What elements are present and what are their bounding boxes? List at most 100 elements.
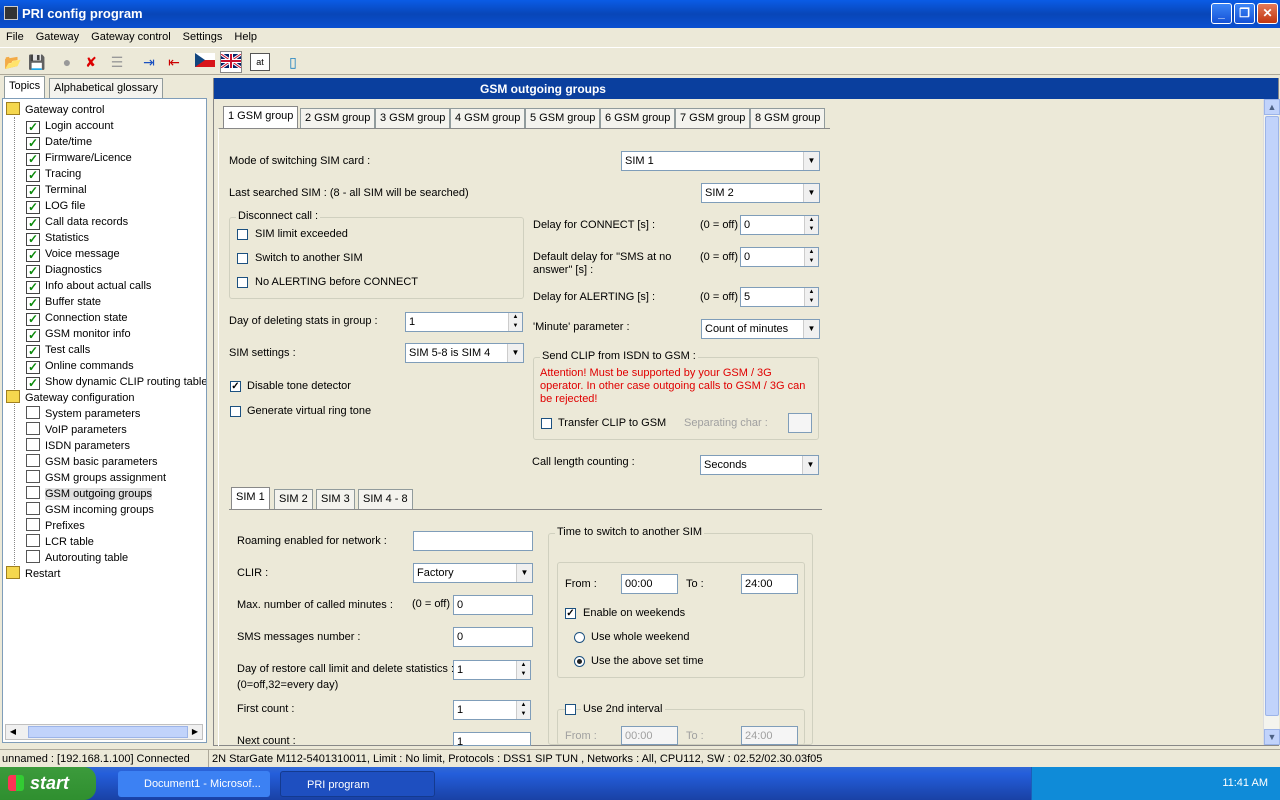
tree-item-gsm-groups-assignment[interactable]: GSM groups assignment xyxy=(26,470,166,486)
tab-sim-1[interactable]: SIM 1 xyxy=(231,487,270,509)
disconnect-icon[interactable]: ✘ xyxy=(80,51,102,73)
tree-item-call-data-records[interactable]: ✓ Call data records xyxy=(26,214,128,230)
scroll-thumb[interactable] xyxy=(28,726,188,738)
upload-icon[interactable]: ⇥ xyxy=(138,51,160,73)
tab-topics[interactable]: Topics xyxy=(4,76,46,98)
minute-param-select[interactable]: Count of minutes ▼ xyxy=(701,319,820,339)
tree-item-log-file[interactable]: ✓ LOG file xyxy=(26,198,85,214)
list-icon[interactable]: ☰ xyxy=(106,51,128,73)
tree-item-autorouting-table[interactable]: Autorouting table xyxy=(26,550,128,566)
tab-2-gsm-group[interactable]: 2 GSM group xyxy=(300,108,376,128)
day-delete-input[interactable]: 1 ▲ ▼ xyxy=(405,312,523,332)
first-count-input[interactable]: 1 ▲ ▼ xyxy=(453,700,531,720)
transfer-clip-checkbox[interactable] xyxy=(541,418,552,429)
sms-number-input[interactable]: 0 xyxy=(453,627,533,647)
tree-item-gsm-monitor-info[interactable]: ✓ GSM monitor info xyxy=(26,326,131,342)
to-input[interactable]: 24:00 xyxy=(741,574,798,594)
tab-sim-3[interactable]: SIM 3 xyxy=(316,489,355,509)
spin-arrows-icon[interactable]: ▲ ▼ xyxy=(804,248,818,266)
tree-item-gsm-basic-parameters[interactable]: GSM basic parameters xyxy=(26,454,157,470)
taskbar-document1[interactable]: Document1 - Microsof... xyxy=(118,771,270,797)
spin-arrows-icon[interactable]: ▲ ▼ xyxy=(516,701,530,719)
vertical-scroll-thumb[interactable] xyxy=(1265,116,1279,716)
max-minutes-input[interactable]: 0 xyxy=(453,595,533,615)
roaming-input[interactable] xyxy=(413,531,533,551)
tab-8-gsm-group[interactable]: 8 GSM group xyxy=(750,108,826,128)
tab-7-gsm-group[interactable]: 7 GSM group xyxy=(675,108,751,128)
separating-char-input[interactable] xyxy=(788,413,812,433)
tree-item-voice-message[interactable]: ✓ Voice message xyxy=(26,246,120,262)
from2-input[interactable]: 00:00 xyxy=(621,726,678,745)
tree-item-prefixes[interactable]: Prefixes xyxy=(26,518,85,534)
delay-alerting-input[interactable]: 5 ▲ ▼ xyxy=(740,287,819,307)
scroll-left-icon[interactable]: ◀ xyxy=(6,725,20,739)
tree-item-connection-state[interactable]: ✓ Connection state xyxy=(26,310,128,326)
tab-6-gsm-group[interactable]: 6 GSM group xyxy=(600,108,676,128)
tab-4-gsm-group[interactable]: 4 GSM group xyxy=(450,108,526,128)
tab-1-gsm-group[interactable]: 1 GSM group xyxy=(223,106,299,128)
tree-item-terminal[interactable]: ✓ Terminal xyxy=(26,182,87,198)
tree-item-gsm-incoming-groups[interactable]: GSM incoming groups xyxy=(26,502,154,518)
tree-gateway-control[interactable]: Gateway control xyxy=(6,102,104,118)
start-button[interactable]: start xyxy=(0,767,96,800)
taskbar-pri-program[interactable]: PRI program xyxy=(280,771,435,797)
tree-item-show-dynamic-clip-routing-table[interactable]: ✓ Show dynamic CLIP routing table xyxy=(26,374,206,390)
tree-item-info-about-actual-calls[interactable]: ✓ Info about actual calls xyxy=(26,278,151,294)
disable-tone-checkbox[interactable]: ✓ xyxy=(230,381,241,392)
clir-select[interactable]: Factory ▼ xyxy=(413,563,533,583)
sim-settings-select[interactable]: SIM 5-8 is SIM 4 ▼ xyxy=(405,343,524,363)
call-length-select[interactable]: Seconds ▼ xyxy=(700,455,819,475)
virtual-ring-checkbox[interactable] xyxy=(230,406,241,417)
main-vertical-scrollbar[interactable]: ▲ ▼ xyxy=(1263,99,1280,745)
spin-arrows-icon[interactable]: ▲ ▼ xyxy=(804,288,818,306)
tree-item-date-time[interactable]: ✓ Date/time xyxy=(26,134,92,150)
tree-item-login-account[interactable]: ✓ Login account xyxy=(26,118,114,134)
menu-help[interactable]: Help xyxy=(228,28,263,46)
save-icon[interactable]: 💾 xyxy=(26,51,48,73)
second-interval-checkbox[interactable] xyxy=(565,704,576,715)
phone-icon[interactable]: ▯ xyxy=(282,51,304,73)
weekends-checkbox[interactable]: ✓ xyxy=(565,608,576,619)
tree-horizontal-scrollbar[interactable]: ◀ ▶ xyxy=(5,724,203,740)
tree-item-test-calls[interactable]: ✓ Test calls xyxy=(26,342,90,358)
spin-arrows-icon[interactable]: ▲ ▼ xyxy=(804,216,818,234)
tree-item-diagnostics[interactable]: ✓ Diagnostics xyxy=(26,262,102,278)
tree-item-lcr-table[interactable]: LCR table xyxy=(26,534,94,550)
no-alerting-checkbox[interactable] xyxy=(237,277,248,288)
minimize-button[interactable]: _ xyxy=(1211,3,1232,24)
tree-item-voip-parameters[interactable]: VoIP parameters xyxy=(26,422,127,438)
terminal-icon[interactable]: at xyxy=(250,53,270,71)
spin-arrows-icon[interactable]: ▲ ▼ xyxy=(508,313,522,331)
restore-input[interactable]: 1 ▲ ▼ xyxy=(453,660,531,680)
tree-item-system-parameters[interactable]: System parameters xyxy=(26,406,140,422)
switch-sim-checkbox[interactable] xyxy=(237,253,248,264)
tree-restart[interactable]: Restart xyxy=(6,566,60,582)
from-input[interactable]: 00:00 xyxy=(621,574,678,594)
tab-sim-2[interactable]: SIM 2 xyxy=(274,489,313,509)
tab-5-gsm-group[interactable]: 5 GSM group xyxy=(525,108,601,128)
connect-icon[interactable]: ● xyxy=(56,51,78,73)
uk-flag-icon[interactable] xyxy=(220,51,242,73)
last-sim-select[interactable]: SIM 2 ▼ xyxy=(701,183,820,203)
tab-3-gsm-group[interactable]: 3 GSM group xyxy=(375,108,451,128)
next-count-input[interactable]: 1 xyxy=(453,732,531,746)
menu-gateway[interactable]: Gateway xyxy=(30,28,85,46)
tree-gateway-configuration[interactable]: Gateway configuration xyxy=(6,390,134,406)
above-time-radio[interactable] xyxy=(574,656,585,667)
to2-input[interactable]: 24:00 xyxy=(741,726,798,745)
tree-item-buffer-state[interactable]: ✓ Buffer state xyxy=(26,294,101,310)
tab-alphabetical-glossary[interactable]: Alphabetical glossary xyxy=(49,78,163,98)
spin-arrows-icon[interactable]: ▲ ▼ xyxy=(516,661,530,679)
download-icon[interactable]: ⇤ xyxy=(163,51,185,73)
tree-item-isdn-parameters[interactable]: ISDN parameters xyxy=(26,438,130,454)
menu-gateway-control[interactable]: Gateway control xyxy=(85,28,176,46)
tree-item-statistics[interactable]: ✓ Statistics xyxy=(26,230,89,246)
mode-select[interactable]: SIM 1 ▼ xyxy=(621,151,820,171)
scroll-down-icon[interactable]: ▼ xyxy=(1264,729,1280,745)
scroll-up-icon[interactable]: ▲ xyxy=(1264,99,1280,115)
sim-limit-checkbox[interactable] xyxy=(237,229,248,240)
delay-connect-input[interactable]: 0 ▲ ▼ xyxy=(740,215,819,235)
whole-weekend-radio[interactable] xyxy=(574,632,585,643)
close-button[interactable]: ✕ xyxy=(1257,3,1278,24)
open-folder-icon[interactable]: 📂 xyxy=(2,51,24,73)
